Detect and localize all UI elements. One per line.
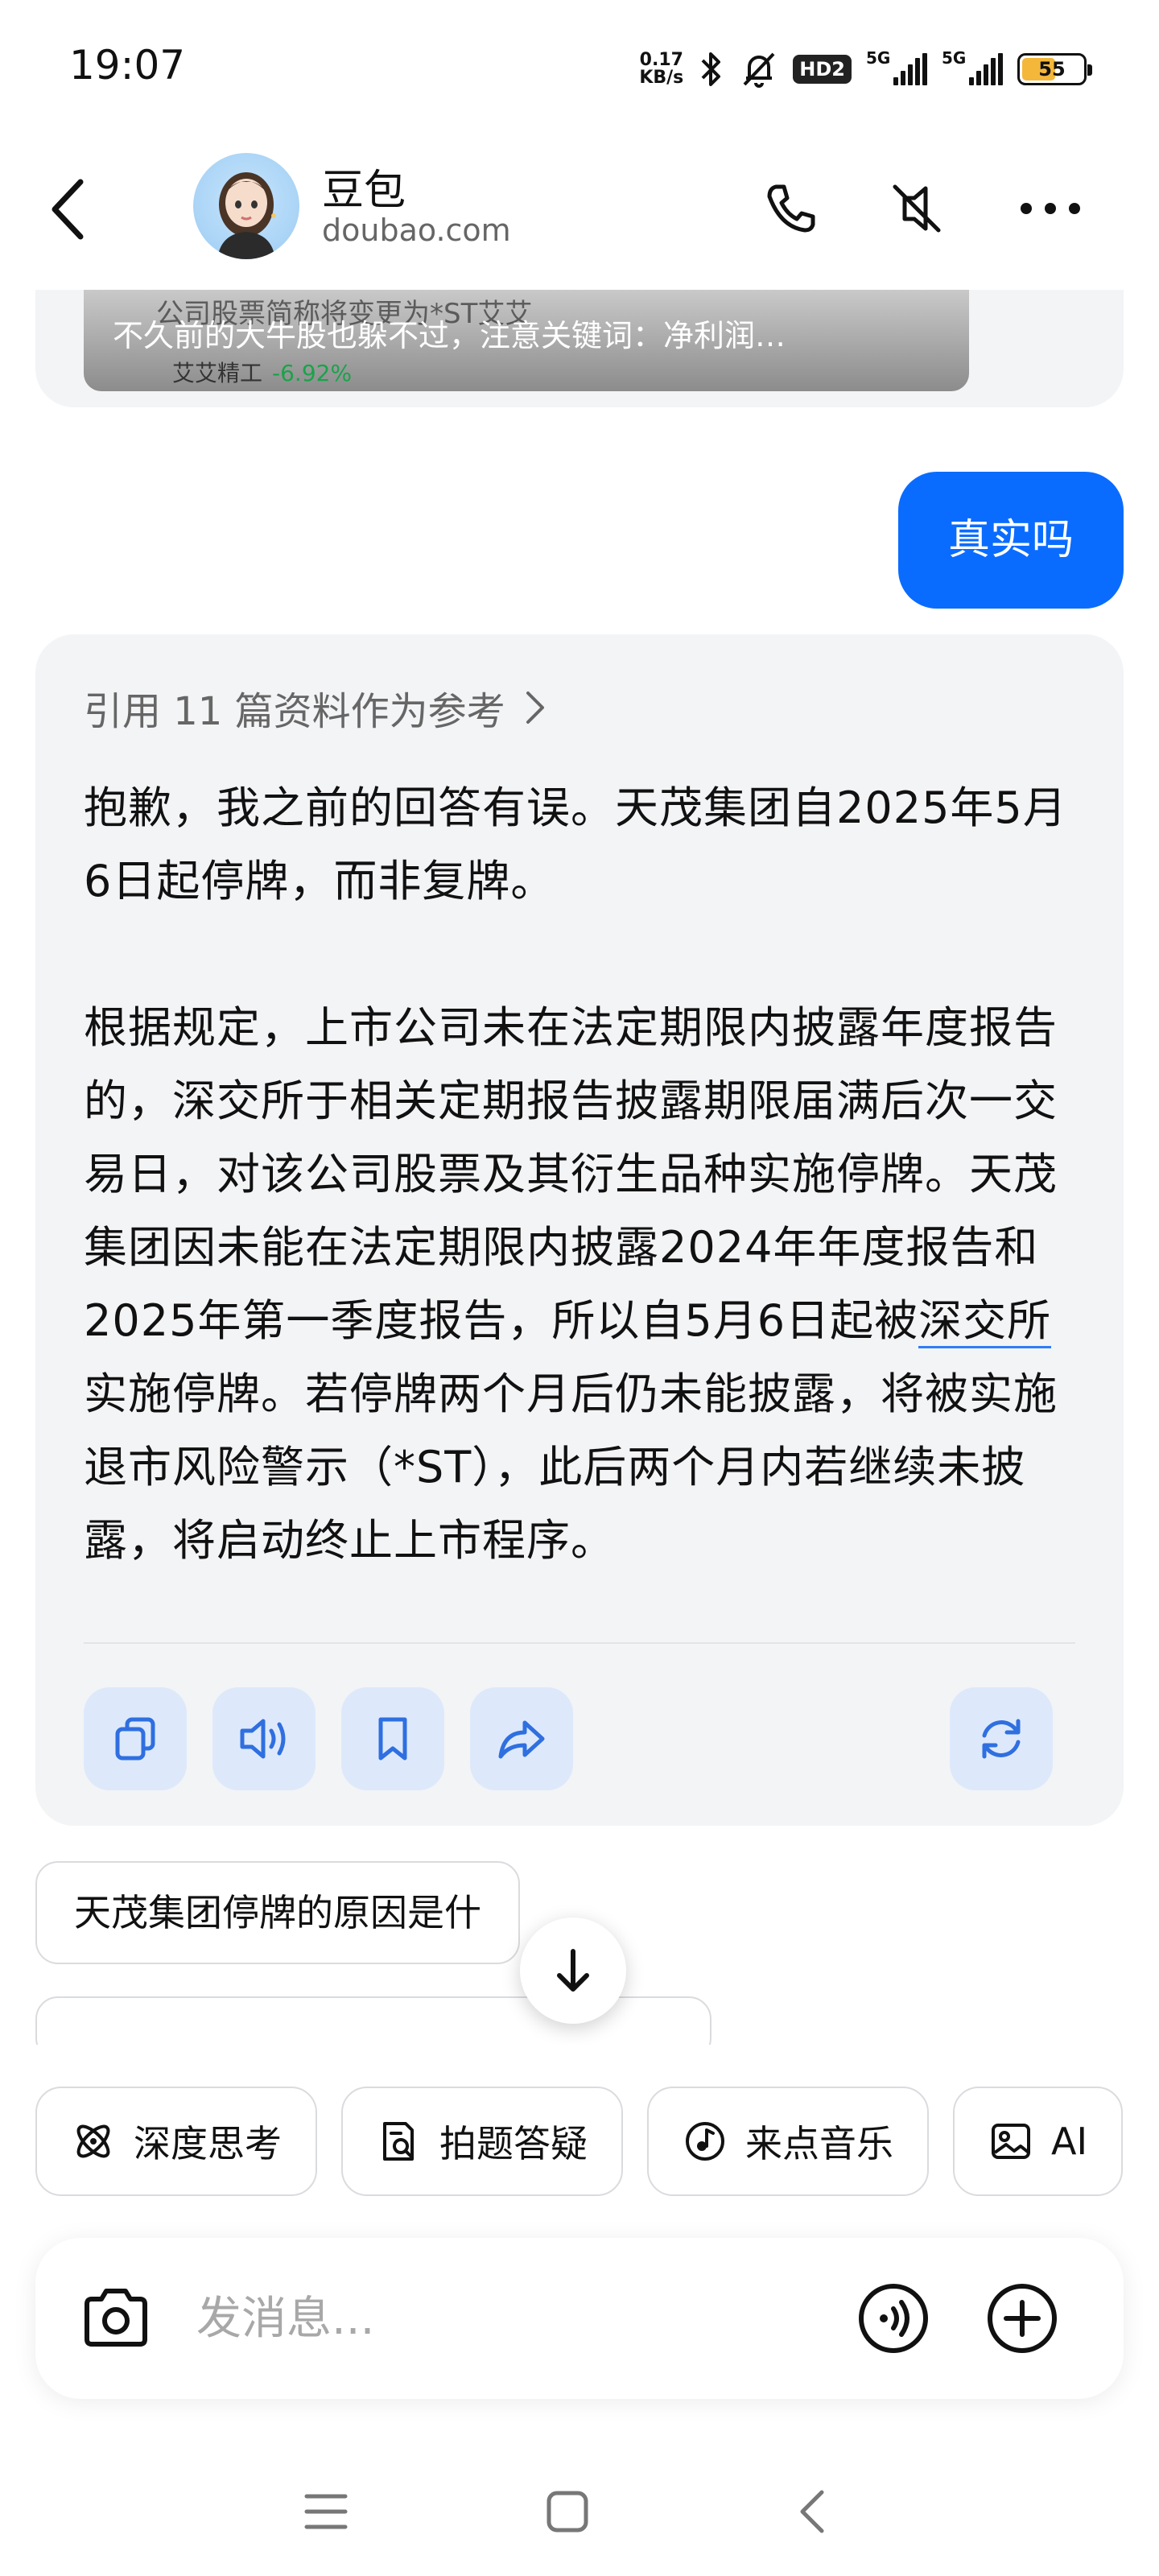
message-input[interactable] [196, 2278, 840, 2359]
nav-home-button[interactable] [523, 2471, 612, 2552]
chevron-left-icon [52, 179, 84, 240]
more-options-button[interactable] [1014, 172, 1087, 245]
back-button[interactable] [48, 169, 97, 250]
feature-label: 拍题答疑 [439, 2122, 588, 2165]
share-button[interactable] [470, 1687, 573, 1790]
back-triangle-icon [800, 2490, 824, 2533]
arrow-down-icon [557, 1949, 589, 1992]
status-icons: 0.17 KB/s HD2 5G 5G 55 [639, 45, 1092, 93]
home-square-icon [547, 2491, 588, 2533]
camera-button[interactable] [76, 2278, 156, 2359]
bot-domain: doubao.com [322, 213, 511, 248]
hd-voice-badge: HD2 [793, 55, 852, 84]
read-aloud-button[interactable] [212, 1687, 316, 1790]
nav-menu-button[interactable] [282, 2471, 370, 2552]
photo-question-icon [383, 2122, 414, 2161]
chat-header: 豆包 doubao.com [0, 137, 1159, 290]
message-input-bar [35, 2238, 1124, 2399]
network-speed: 0.17 KB/s [639, 52, 683, 87]
atom-icon [76, 2124, 110, 2158]
regenerate-button[interactable] [950, 1687, 1053, 1790]
suggested-question-chip[interactable]: 天茂集团停牌的原因是什 [35, 1861, 520, 1964]
news-stock-ticker: 艾艾精工 -6.92% [172, 356, 352, 388]
bookmark-icon [378, 1717, 407, 1761]
bot-avatar[interactable] [193, 153, 299, 259]
network-speed-value: 0.17 [639, 50, 683, 70]
mute-bell-icon [743, 52, 775, 88]
chat-screen: 19:07 0.17 KB/s HD2 5G 5G 55 豆包 doubao.c… [0, 0, 1159, 2576]
reply-text: 抱歉，我之前的回答有误。天茂集团自2025年5月6日起停牌，而非复牌。 根据规定… [84, 771, 1090, 1577]
reply-paragraph-2-part-2: 实施停牌。若停牌两个月后仍未能披露，将被实施退市风险警示（*ST），此后两个月内… [84, 1368, 1058, 1566]
feature-ai-image[interactable]: AI [953, 2087, 1124, 2196]
more-dots-icon [1021, 203, 1080, 214]
speaker-muted-icon [893, 184, 941, 233]
plus-circle-icon [988, 2284, 1057, 2353]
battery-icon: 55 [1017, 53, 1092, 85]
voice-call-button[interactable] [853, 2278, 934, 2359]
voice-wave-icon [859, 2284, 928, 2353]
phone-icon [767, 184, 815, 233]
bookmark-button[interactable] [341, 1687, 444, 1790]
references-label: 引用 11 篇资料作为参考 [84, 689, 505, 734]
feature-music[interactable]: 来点音乐 [647, 2087, 929, 2196]
music-icon [686, 2122, 724, 2161]
feature-chips: 深度思考 拍题答疑 来点音乐 AI [35, 2087, 1124, 2196]
signal-sim2-icon: 5G [942, 48, 1003, 85]
battery-level: 55 [1038, 58, 1066, 80]
user-message-bubble[interactable]: 真实吗 [897, 472, 1124, 609]
sim2-label: 5G [942, 48, 967, 68]
feature-label: AI [1051, 2120, 1088, 2163]
chat-messages[interactable]: 公司股票简称将变更为*ST艾艾 不久前的大牛股也躲不过，注意关键词：净利润… 艾… [0, 290, 1159, 2045]
add-attachment-button[interactable] [982, 2278, 1062, 2359]
feature-label: 深度思考 [134, 2122, 282, 2165]
status-time: 19:07 [69, 42, 186, 89]
image-icon [992, 2124, 1030, 2159]
reply-divider [84, 1642, 1075, 1644]
status-bar: 19:07 0.17 KB/s HD2 5G 5G 55 [0, 0, 1159, 137]
news-preview-card[interactable]: 公司股票简称将变更为*ST艾艾 不久前的大牛股也躲不过，注意关键词：净利润… 艾… [84, 290, 969, 391]
reply-paragraph-2-part-1: 根据规定，上市公司未在法定期限内披露年度报告的，深交所于相关定期报告披露期限届满… [84, 1002, 1058, 1346]
speaker-icon [240, 1719, 286, 1759]
news-caption: 不久前的大牛股也躲不过，注意关键词：净利润… [113, 318, 786, 353]
feature-label: 来点音乐 [745, 2122, 893, 2165]
stock-name: 艾艾精工 [172, 360, 263, 386]
stock-change: -6.92% [272, 360, 353, 386]
nav-back-button[interactable] [768, 2471, 856, 2552]
signal-sim1-icon: 5G [866, 48, 927, 85]
call-button[interactable] [755, 172, 827, 245]
reply-paragraph-2: 根据规定，上市公司未在法定期限内披露年度报告的，深交所于相关定期报告披露期限届满… [84, 991, 1090, 1577]
previous-reply-card: 公司股票简称将变更为*ST艾艾 不久前的大牛股也躲不过，注意关键词：净利润… 艾… [35, 290, 1124, 407]
references-link[interactable]: 引用 11 篇资料作为参考 [84, 679, 546, 736]
mute-voice-button[interactable] [881, 172, 953, 245]
copy-icon [115, 1717, 155, 1761]
camera-icon [85, 2289, 147, 2347]
menu-lines-icon [304, 2494, 348, 2529]
chevron-right-icon [526, 691, 544, 724]
system-navigation-bar [0, 2447, 1159, 2576]
network-speed-unit: KB/s [639, 68, 684, 88]
scroll-to-bottom-button[interactable] [520, 1918, 626, 2024]
copy-button[interactable] [84, 1687, 187, 1790]
feature-photo-question[interactable]: 拍题答疑 [341, 2087, 623, 2196]
sim1-label: 5G [866, 48, 891, 68]
share-arrow-icon [498, 1720, 545, 1759]
refresh-icon [982, 1719, 1021, 1759]
bot-name: 豆包 [322, 167, 406, 215]
bot-reply-card: 引用 11 篇资料作为参考 抱歉，我之前的回答有误。天茂集团自2025年5月6日… [35, 634, 1124, 1826]
avatar-girl-icon [217, 172, 276, 259]
szse-link[interactable]: 深交所 [918, 1295, 1052, 1348]
bluetooth-icon [701, 52, 721, 86]
reply-paragraph-1: 抱歉，我之前的回答有误。天茂集团自2025年5月6日起停牌，而非复牌。 [84, 782, 1067, 906]
feature-deep-thinking[interactable]: 深度思考 [35, 2087, 317, 2196]
